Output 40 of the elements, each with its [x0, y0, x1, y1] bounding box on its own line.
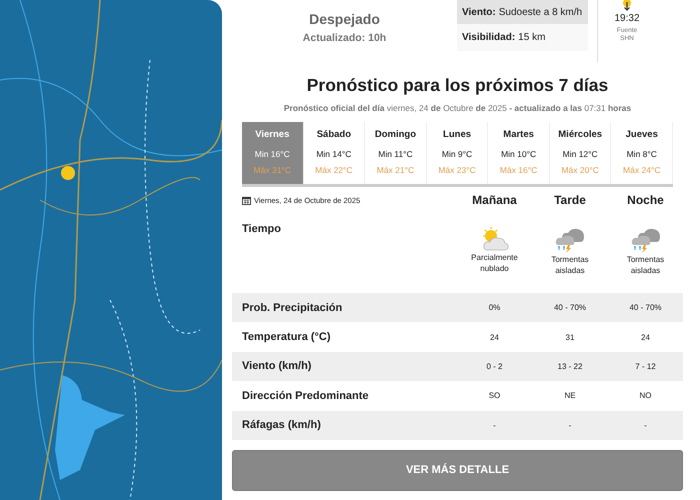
table-cell-text: -: [643, 420, 648, 430]
period-header: Noche: [626, 193, 665, 207]
table-cell-text: 0 - 2: [485, 362, 504, 371]
table-cell-text: NO: [638, 391, 652, 400]
row-label: Viento (km/h): [241, 360, 312, 372]
table-cell-text: -: [568, 420, 572, 430]
updated-time: Actualizado: 10h: [302, 32, 386, 44]
weather-description: Tormentas aisladas: [626, 255, 666, 277]
row-label: Tiempo: [241, 222, 282, 237]
weather-description: Parcialmente nublado: [470, 253, 519, 275]
detail-row: Viento: Sudoeste a 8 km/h: [457, 0, 588, 24]
calendar-icon: [242, 196, 251, 204]
table-cell-text: 7 - 12: [634, 362, 657, 371]
table-cell-text: 13 - 22: [556, 362, 584, 371]
sunset-icon: [620, 0, 634, 12]
table-cell-text: 24: [640, 332, 651, 342]
row-label: Dirección Predominante: [241, 390, 370, 402]
table-cell-text: 40 - 70%: [552, 303, 588, 312]
table-cell-text: -: [492, 420, 497, 430]
row-label: Temperatura (°C): [241, 331, 332, 344]
table-cell-text: 40 - 70%: [628, 303, 663, 312]
table-cell-text: NE: [563, 391, 577, 400]
table-cell-text: 0%: [488, 303, 502, 312]
forecast-title: Pronóstico para los próximos 7 días: [306, 75, 610, 96]
row-label: Ráfagas (km/h): [241, 419, 322, 432]
table-cell-text: 24: [489, 332, 500, 342]
table-cell-text: SO: [488, 391, 502, 400]
details-button[interactable]: VER MÁS DETALLE: [232, 450, 683, 491]
thunderstorm-icon: [630, 227, 660, 253]
row-label: Prob. Precipitación: [241, 302, 344, 314]
weather-condition: Despejado: [309, 11, 380, 27]
sunset-time: 19:32: [614, 13, 640, 24]
detail-row: Visibilidad: 15 km: [457, 24, 588, 51]
period-header: Tarde: [553, 193, 587, 207]
day-tab[interactable]: Viernes Min 16°C Máx 31°C: [242, 122, 304, 184]
weather-description: Tormentas aisladas: [550, 255, 590, 277]
thunderstorm-icon: [555, 227, 585, 253]
period-header: Mañana: [471, 193, 518, 207]
forecast-subtitle: Pronóstico oficial del día viernes, 24 de Octubre de 2025 - actualizado a las 07:31 horas: [282, 103, 632, 113]
table-cell-text: 31: [564, 332, 576, 342]
